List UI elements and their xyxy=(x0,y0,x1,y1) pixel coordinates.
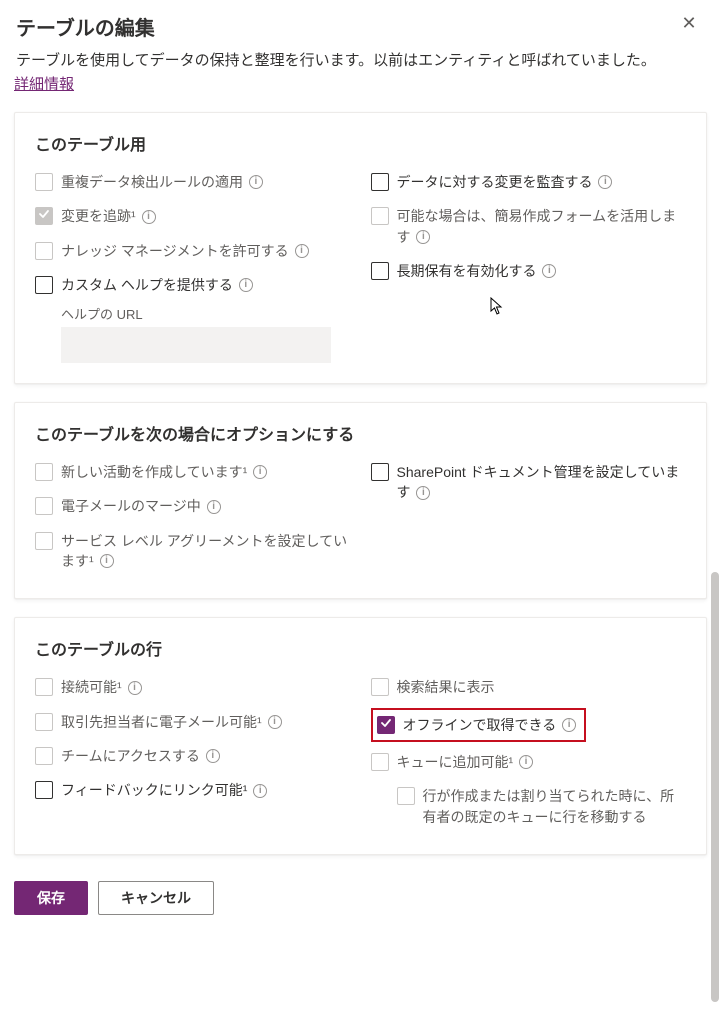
label-connect: 接続可能¹ i xyxy=(61,677,142,697)
panel-description: テーブルを使用してデータの保持と整理を行います。以前はエンティティと呼ばれていま… xyxy=(14,45,707,73)
checkbox-mail-merge xyxy=(35,497,53,515)
info-icon[interactable]: i xyxy=(295,244,309,258)
checkbox-connect xyxy=(35,678,53,696)
section-title: このテーブル用 xyxy=(35,131,686,155)
checkbox-track-changes xyxy=(35,207,53,225)
checkbox-custom-help[interactable] xyxy=(35,276,53,294)
checkbox-sla xyxy=(35,532,53,550)
panel-header: テーブルの編集 ✕ xyxy=(14,6,707,45)
help-url-input[interactable] xyxy=(61,327,331,363)
checkbox-search xyxy=(371,678,389,696)
footer-actions: 保存 キャンセル xyxy=(14,881,707,915)
checkbox-queue-move xyxy=(397,787,415,805)
label-mail-merge: 電子メールのマージ中 i xyxy=(61,496,221,516)
checkbox-feedback[interactable] xyxy=(35,781,53,799)
label-offline: オフラインで取得できる i xyxy=(403,715,577,735)
more-info-link[interactable]: 詳細情報 xyxy=(14,76,74,93)
vertical-scrollbar[interactable] xyxy=(711,572,719,1002)
info-icon[interactable]: i xyxy=(142,210,156,224)
info-icon[interactable]: i xyxy=(416,230,430,244)
close-icon[interactable]: ✕ xyxy=(677,12,701,36)
label-search: 検索結果に表示 xyxy=(397,677,495,697)
info-icon[interactable]: i xyxy=(562,718,576,732)
checkbox-knowledge-mgmt xyxy=(35,242,53,260)
save-button[interactable]: 保存 xyxy=(14,881,88,915)
section-title: このテーブルを次の場合にオプションにする xyxy=(35,421,686,445)
label-new-activity: 新しい活動を作成しています¹ i xyxy=(61,462,267,482)
label-quick-create: 可能な場合は、簡易作成フォームを活用します i xyxy=(397,206,687,247)
checkbox-audit[interactable] xyxy=(371,173,389,191)
checkbox-queue xyxy=(371,753,389,771)
checkbox-access-team xyxy=(35,747,53,765)
cancel-button[interactable]: キャンセル xyxy=(98,881,214,915)
label-custom-help: カスタム ヘルプを提供する i xyxy=(61,275,253,295)
checkbox-dup-rules xyxy=(35,173,53,191)
checkbox-quick-create xyxy=(371,207,389,225)
info-icon[interactable]: i xyxy=(100,554,114,568)
info-icon[interactable]: i xyxy=(519,755,533,769)
label-email-contact: 取引先担当者に電子メール可能¹ i xyxy=(61,712,282,732)
label-feedback: フィードバックにリンク可能¹ i xyxy=(61,780,267,800)
checkbox-long-term[interactable] xyxy=(371,262,389,280)
info-icon[interactable]: i xyxy=(239,278,253,292)
label-sharepoint: SharePoint ドキュメント管理を設定しています i xyxy=(397,462,687,503)
info-icon[interactable]: i xyxy=(253,465,267,479)
label-dup-rules: 重複データ検出ルールの適用 i xyxy=(61,172,263,192)
label-sla: サービス レベル アグリーメントを設定しています¹ i xyxy=(61,531,351,572)
label-access-team: チームにアクセスする i xyxy=(61,746,220,766)
section-table-rows: このテーブルの行 接続可能¹ i 取引先担当者に電子メール可能¹ i チームにア… xyxy=(14,617,707,854)
label-long-term: 長期保有を有効化する i xyxy=(397,261,557,281)
checkbox-sharepoint[interactable] xyxy=(371,463,389,481)
info-icon[interactable]: i xyxy=(598,175,612,189)
label-queue-move: 行が作成または割り当てられた時に、所有者の既定のキューに行を移動する xyxy=(423,786,687,827)
checkbox-offline[interactable] xyxy=(377,716,395,734)
label-queue: キューに追加可能¹ i xyxy=(397,752,534,772)
help-url-label: ヘルプの URL xyxy=(61,304,351,323)
section-optional-when: このテーブルを次の場合にオプションにする 新しい活動を作成しています¹ i 電子… xyxy=(14,402,707,599)
info-icon[interactable]: i xyxy=(268,715,282,729)
checkbox-email-contact xyxy=(35,713,53,731)
section-title: このテーブルの行 xyxy=(35,636,686,660)
info-icon[interactable]: i xyxy=(416,486,430,500)
panel-title: テーブルの編集 xyxy=(16,12,705,41)
info-icon[interactable]: i xyxy=(249,175,263,189)
label-audit: データに対する変更を監査する i xyxy=(397,172,613,192)
checkbox-new-activity xyxy=(35,463,53,481)
section-table-options: このテーブル用 重複データ検出ルールの適用 i 変更を追跡¹ i ナレッジ マネ… xyxy=(14,112,707,384)
highlight-offline: オフラインで取得できる i xyxy=(371,708,587,742)
label-knowledge-mgmt: ナレッジ マネージメントを許可する i xyxy=(61,241,309,261)
info-icon[interactable]: i xyxy=(207,500,221,514)
info-icon[interactable]: i xyxy=(128,681,142,695)
info-icon[interactable]: i xyxy=(206,749,220,763)
info-icon[interactable]: i xyxy=(542,264,556,278)
info-icon[interactable]: i xyxy=(253,784,267,798)
label-track-changes: 変更を追跡¹ i xyxy=(61,206,156,226)
